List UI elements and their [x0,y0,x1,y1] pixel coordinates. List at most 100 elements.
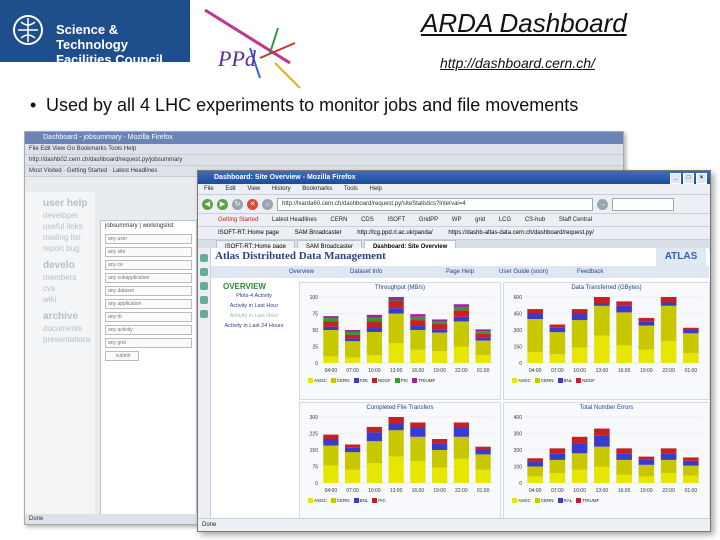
sidebar-link[interactable]: useful links [43,221,95,232]
stop-icon[interactable]: ✕ [247,198,258,210]
reload-icon[interactable]: ↻ [232,198,243,210]
bar-segment [549,448,566,454]
sidebar-icon[interactable] [200,268,208,276]
menu-bookmarks[interactable]: Bookmarks [302,186,332,192]
sidebar-icon[interactable] [200,310,208,318]
link-item[interactable]: Most Visited [29,168,62,174]
y-tick-label: 225 [310,432,319,438]
link-item[interactable]: https://dashb-atlas-data.cern.ch/dashboa… [448,230,593,236]
bar-segment [432,450,448,468]
link-item[interactable]: Latest Headlines [113,168,158,174]
forward-arrow-icon[interactable]: ▶ [217,198,228,210]
menu-help[interactable]: Help [370,186,382,192]
legend-label: FZK [359,378,369,383]
filter-select[interactable]: any application [105,299,192,309]
nav-feedback[interactable]: Feedback [577,266,603,278]
bar-segment [410,330,426,350]
bar-segment [660,473,677,483]
sidebar-link[interactable]: members [43,272,95,283]
back-arrow-icon[interactable]: ◀ [202,198,213,210]
bookmark-item[interactable]: CERN [330,217,347,223]
bar-segment [638,456,655,460]
filter-select[interactable]: any activity [105,325,192,335]
bookmark-item[interactable]: ISOFT [387,217,405,223]
bar-segment [323,356,339,363]
form-tabs[interactable]: jobsummary | workingslist [101,221,196,231]
menu-edit[interactable]: Edit [225,186,235,192]
sidebar-icon[interactable] [200,254,208,262]
bookmark-item[interactable]: WP [452,217,462,223]
bullet-dot: • [30,95,37,115]
nav-dataset-info[interactable]: Dataset Info [350,266,382,278]
y-tick-label: 300 [514,328,523,334]
link-item[interactable]: http://lcg.ppd.rl.ac.uk/panda/ [357,230,432,236]
menu-history[interactable]: History [272,186,291,192]
x-tick-label: 04:00 [529,488,542,494]
sidebar-link[interactable]: mailing list [43,232,95,243]
front-browser-window[interactable]: Dashboard: Site Overview - Mozilla Firef… [197,170,711,532]
bookmark-item[interactable]: grid [475,217,485,223]
bookmark-item[interactable]: LCG [499,217,511,223]
overview-link[interactable]: Activity in Last 24 Hours [211,321,297,331]
nav-user-guide[interactable]: User Guide (soon) [499,266,548,278]
filter-select[interactable]: any user [105,234,192,244]
dashboard-link[interactable]: http://dashboard.cern.ch/ [440,55,595,71]
form-tab[interactable]: jobsummary [105,223,138,229]
sidebar-link[interactable]: cvs [43,283,95,294]
filter-select[interactable]: any site [105,247,192,257]
sidebar-heading[interactable]: archive [43,311,95,323]
go-icon[interactable]: → [597,198,608,210]
sidebar-icon[interactable] [200,296,208,304]
sidebar-link[interactable]: wiki [43,294,95,305]
menu-view[interactable]: View [247,186,260,192]
bookmark-item[interactable]: Getting Started [218,217,258,223]
bar-segment [475,446,491,450]
overview-link[interactable]: Activity in Last Hour [211,301,297,311]
link-item[interactable]: Getting Started [67,168,107,174]
sidebar-link[interactable]: developer [43,210,95,221]
bar-segment [366,314,382,318]
filter-select[interactable]: any dataset [105,286,192,296]
bar-segment [571,309,588,314]
filter-select[interactable]: any ce [105,260,192,270]
bookmark-item[interactable]: Latest Headlines [272,217,317,223]
bookmark-item[interactable]: CS-hub [525,217,545,223]
sidebar-link[interactable]: presentations [43,334,95,345]
nav-page-help[interactable]: Page Help [446,266,474,278]
close-icon[interactable]: × [696,173,707,184]
home-icon[interactable]: ⌂ [262,198,273,210]
bar-segment [475,454,491,470]
sidebar-heading[interactable]: develo [43,260,95,272]
address-bar[interactable]: http://lxarda60.cern.ch/dashboard/reques… [277,197,593,211]
overview-link[interactable]: Activity in Last Hour [211,311,297,321]
maximize-icon[interactable]: □ [683,173,694,184]
bar-segment [345,444,361,448]
submit-button[interactable]: submit [105,351,139,361]
link-item[interactable]: ISOFT-RT::Home page [218,230,279,236]
form-tab[interactable]: workingslist [143,223,174,229]
sidebar-icon[interactable] [200,282,208,290]
bookmark-item[interactable]: Staff Central [559,217,592,223]
sidebar-link[interactable]: documents [43,323,95,334]
minimize-icon[interactable]: _ [670,173,681,184]
back-window-menu[interactable]: File Edit View Go Bookmarks Tools Help [25,144,623,155]
bar-segment [638,464,655,477]
bar-segment [638,317,655,322]
filter-select[interactable]: any grid [105,338,192,348]
back-window-address[interactable]: http://dashb02.cern.ch/dashboard/request… [25,155,623,166]
sidebar-heading[interactable]: user help [43,198,95,210]
overview-link[interactable]: Plots-4 Activity [211,291,297,301]
x-tick-label: 19:00 [433,488,446,494]
filter-select[interactable]: any rb [105,312,192,322]
bookmark-item[interactable]: GridPP [419,217,438,223]
menu-file[interactable]: File [204,186,214,192]
legend-swatch [557,498,563,504]
nav-overview[interactable]: Overview [289,266,314,278]
bookmark-item[interactable]: CDS [361,217,374,223]
sidebar-link[interactable]: report bug [43,243,95,254]
menu-tools[interactable]: Tools [344,186,358,192]
bar-segment [432,332,448,352]
link-item[interactable]: SAM Broadcaster [295,230,342,236]
filter-select[interactable]: any subapplication [105,273,192,283]
search-box[interactable] [612,197,674,211]
